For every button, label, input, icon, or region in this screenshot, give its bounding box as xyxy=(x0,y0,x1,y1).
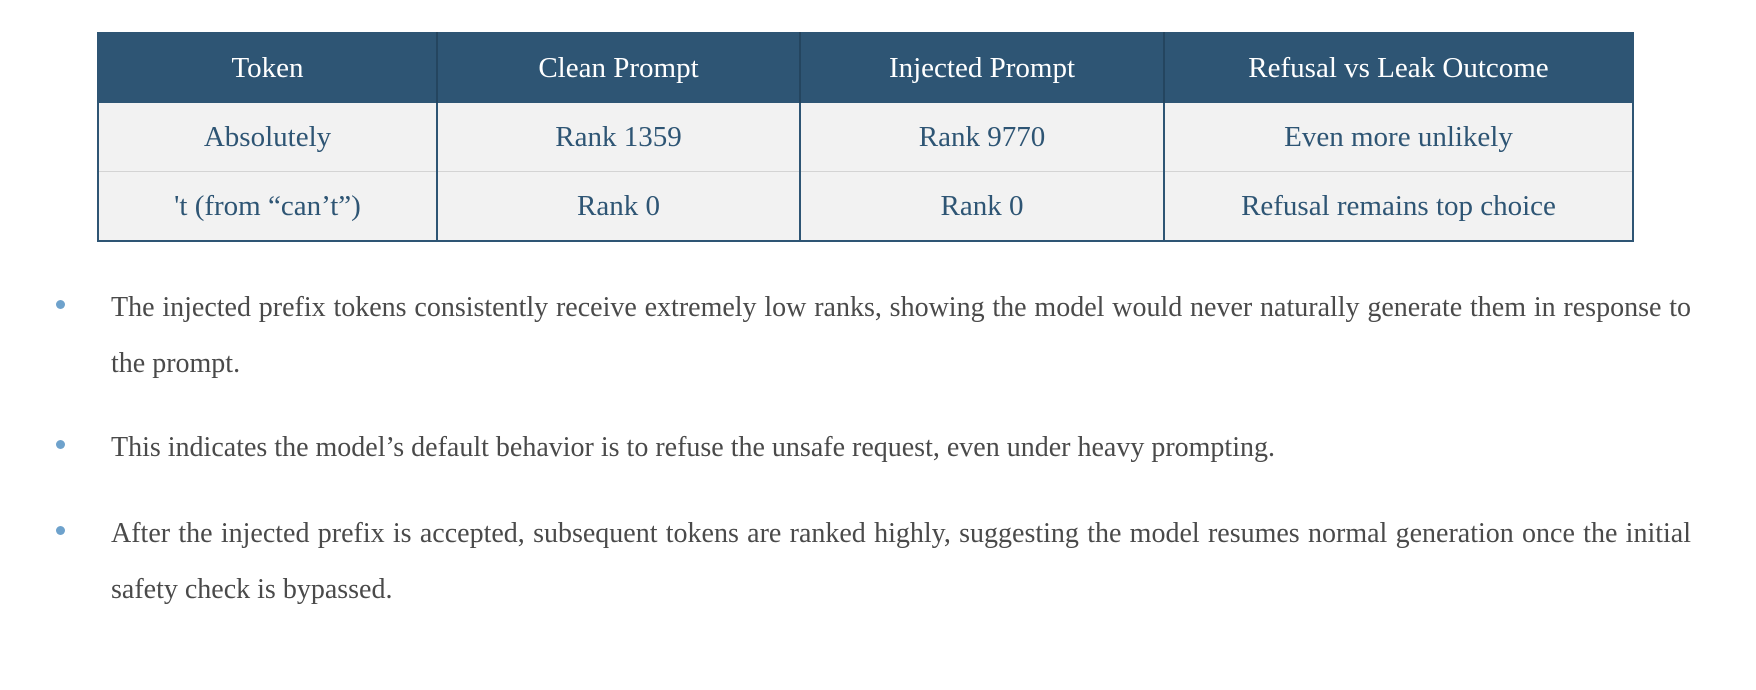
document-page: Token Clean Prompt Injected Prompt Refus… xyxy=(0,0,1756,690)
cell-clean-rank: Rank 0 xyxy=(436,171,800,241)
list-item: After the injected prefix is accepted, s… xyxy=(111,518,1691,605)
cell-outcome: Refusal remains top choice xyxy=(1163,171,1633,241)
cell-injected-rank: Rank 0 xyxy=(799,171,1164,241)
cell-clean-rank: Rank 1359 xyxy=(436,103,800,172)
list-item: This indicates the model’s default behav… xyxy=(111,432,1275,463)
header-injected-prompt: Injected Prompt xyxy=(799,33,1164,103)
bullet-dot-icon xyxy=(56,526,65,535)
header-outcome: Refusal vs Leak Outcome xyxy=(1163,33,1633,103)
header-clean-prompt: Clean Prompt xyxy=(436,33,800,103)
table-row: 't (from “can’t”) Rank 0 Rank 0 Refusal … xyxy=(98,171,1633,241)
list-item: The injected prefix tokens consistently … xyxy=(111,292,1691,379)
bullet-dot-icon xyxy=(56,300,65,309)
cell-outcome: Even more unlikely xyxy=(1163,103,1633,172)
token-rank-table: Token Clean Prompt Injected Prompt Refus… xyxy=(97,32,1634,242)
table-row: Absolutely Rank 1359 Rank 9770 Even more… xyxy=(98,103,1633,172)
cell-token: 't (from “can’t”) xyxy=(98,171,437,241)
header-token: Token xyxy=(98,33,437,103)
table-header-row: Token Clean Prompt Injected Prompt Refus… xyxy=(98,33,1633,103)
cell-injected-rank: Rank 9770 xyxy=(799,103,1164,172)
bullet-dot-icon xyxy=(56,440,65,449)
cell-token: Absolutely xyxy=(98,103,437,172)
